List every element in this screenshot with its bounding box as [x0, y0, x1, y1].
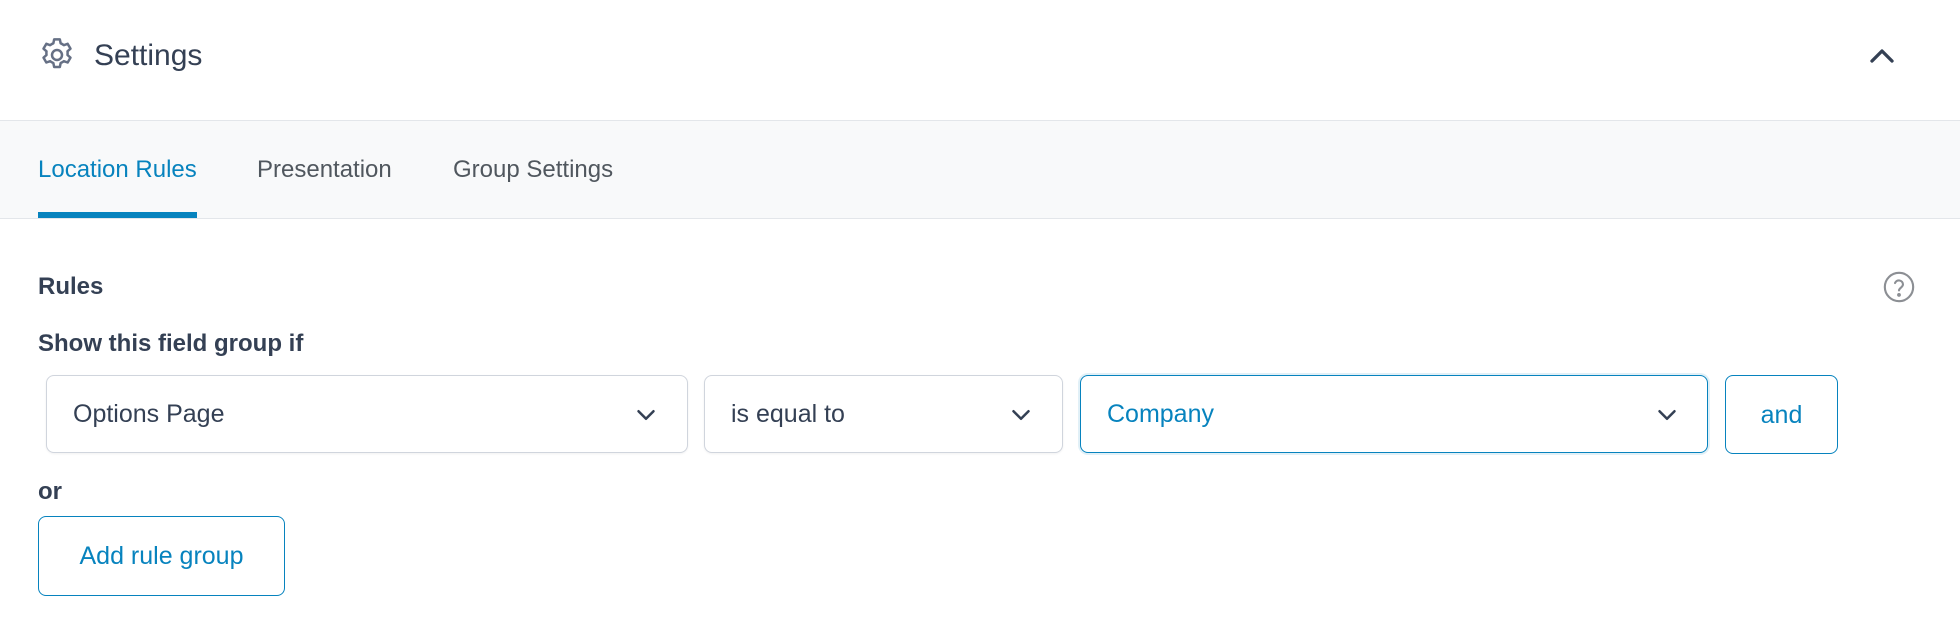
panel-header: Settings — [0, 0, 1960, 121]
and-button[interactable]: and — [1725, 375, 1838, 454]
rules-heading: Rules — [38, 273, 104, 300]
chevron-up-icon[interactable] — [1862, 36, 1902, 76]
or-label: or — [38, 478, 62, 505]
tab-bar: Location Rules Presentation Group Settin… — [0, 121, 1960, 219]
rule-value-value: Company — [1107, 400, 1214, 428]
chevron-down-icon — [1658, 410, 1676, 420]
tab-group-settings[interactable]: Group Settings — [453, 121, 613, 218]
panel-title: Settings — [94, 39, 203, 72]
rule-operator-select[interactable]: is equal to — [704, 375, 1063, 453]
chevron-down-icon — [637, 410, 655, 420]
settings-panel: Settings Location Rules Presentation Gro… — [0, 0, 1960, 640]
tab-presentation[interactable]: Presentation — [257, 121, 392, 218]
tab-location-rules[interactable]: Location Rules — [38, 121, 197, 218]
rule-operator-value: is equal to — [731, 400, 845, 428]
question-circle-icon[interactable] — [1882, 270, 1916, 304]
chevron-down-icon — [1012, 410, 1030, 420]
rule-value-select[interactable]: Company — [1080, 375, 1708, 453]
rule-param-select[interactable]: Options Page — [46, 375, 688, 453]
add-rule-group-button[interactable]: Add rule group — [38, 516, 285, 596]
show-if-label: Show this field group if — [38, 330, 304, 357]
gear-icon — [42, 38, 72, 69]
rule-param-value: Options Page — [73, 400, 225, 428]
